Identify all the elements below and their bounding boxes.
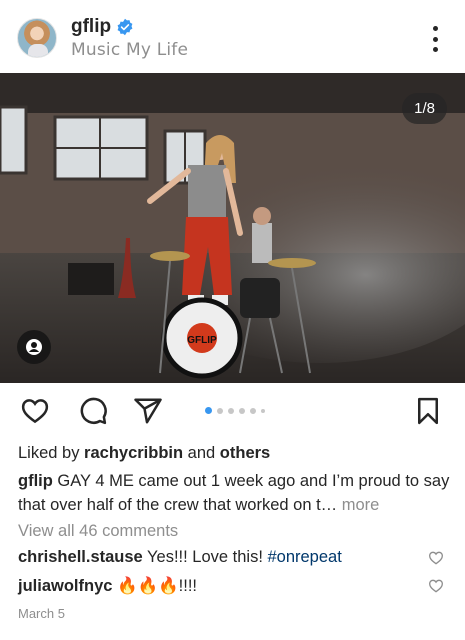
comment-text: Yes!!! Love this! [142, 548, 268, 566]
post-header: gflip Music My Life [0, 0, 465, 73]
caption-text: GAY 4 ME came out 1 week ago and I’m pro… [18, 472, 450, 514]
verified-badge-icon [117, 18, 133, 36]
post-date: March 5 [18, 606, 65, 621]
carousel-dot [239, 407, 245, 414]
user-tag-icon[interactable] [17, 330, 51, 364]
post-photo[interactable]: GFLIP 1/8 [0, 73, 465, 383]
avatar[interactable] [17, 18, 57, 58]
heart-icon[interactable] [20, 396, 50, 426]
carousel-dot [250, 407, 256, 414]
comment-username[interactable]: chrishell.stause [18, 548, 143, 566]
more-vertical-icon[interactable] [425, 26, 445, 52]
caption-username[interactable]: gflip [18, 472, 53, 490]
caption: gflip GAY 4 ME came out 1 week ago and I… [18, 469, 450, 517]
likes-others[interactable]: others [220, 444, 270, 462]
caption-more-link[interactable]: more [337, 496, 380, 514]
username[interactable]: gflip [71, 16, 111, 38]
bookmark-icon[interactable] [413, 396, 443, 426]
heart-icon[interactable] [428, 550, 444, 566]
send-icon[interactable] [133, 396, 163, 426]
likes-prefix: Liked by [18, 444, 85, 462]
heart-icon[interactable] [428, 578, 444, 594]
comment-hashtag[interactable]: #onrepeat [267, 548, 341, 566]
comment-icon[interactable] [78, 396, 108, 426]
carousel-indicator [205, 407, 265, 414]
likes-line[interactable]: Liked by rachycribbin and others [18, 444, 270, 463]
photo-scene: GFLIP [0, 73, 465, 383]
comment-text: 🔥🔥🔥!!!! [112, 577, 197, 595]
liked-by-user[interactable]: rachycribbin [84, 444, 183, 462]
carousel-dot [261, 408, 265, 413]
drum-logo: GFLIP [187, 335, 217, 346]
carousel-dot [205, 407, 212, 414]
comment-row: chrishell.stause Yes!!! Love this! #onre… [18, 548, 342, 567]
view-all-comments-link[interactable]: View all 46 comments [18, 522, 178, 541]
post-subtitle[interactable]: Music My Life [71, 40, 188, 60]
carousel-dot [217, 407, 223, 414]
carousel-dot [228, 407, 234, 414]
comment-username[interactable]: juliawolfnyc [18, 577, 112, 595]
user-row: gflip [71, 16, 134, 38]
carousel-counter: 1/8 [402, 93, 447, 124]
likes-mid: and [183, 444, 220, 462]
action-bar [0, 383, 465, 439]
comment-row: juliawolfnyc 🔥🔥🔥!!!! [18, 577, 197, 596]
